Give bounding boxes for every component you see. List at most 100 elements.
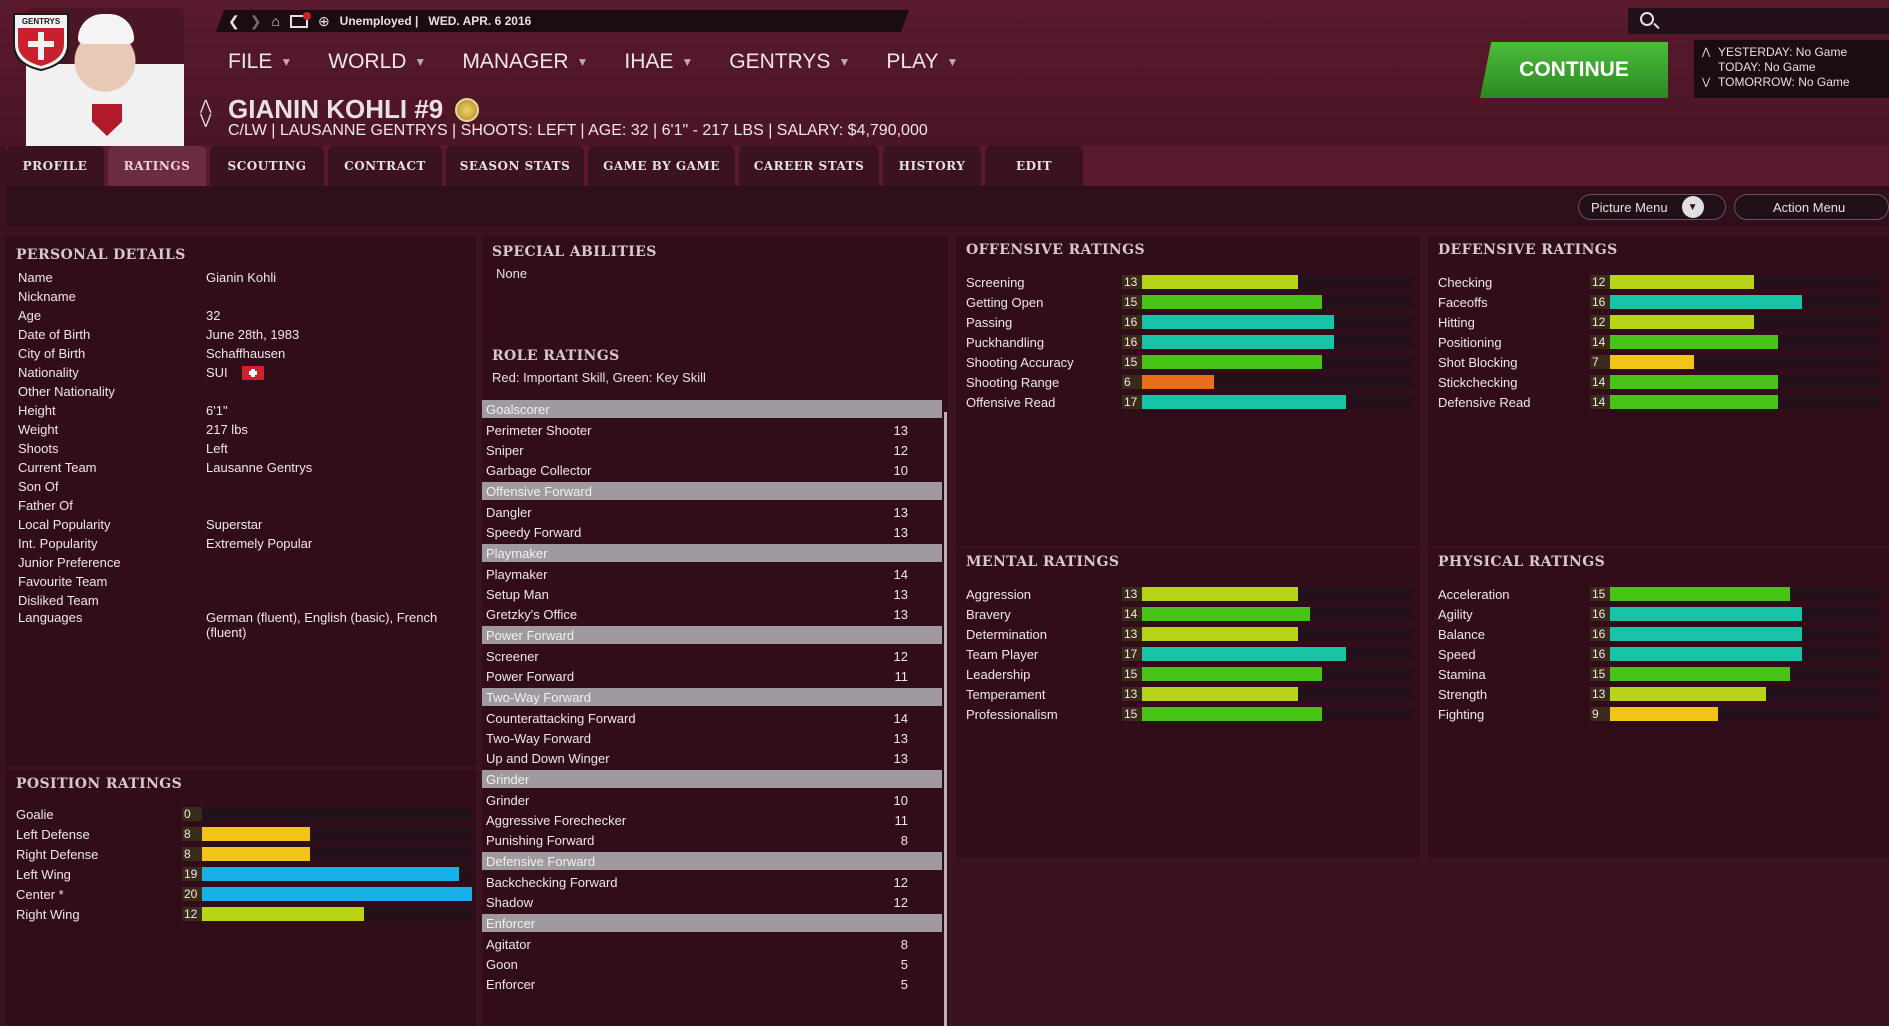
helmet-image	[78, 14, 134, 44]
role-item-grinder: Grinder 10	[482, 790, 942, 810]
picture-menu-label: Picture Menu	[1591, 199, 1668, 215]
defensive-row-defensive-read: Defensive Read 14	[1438, 392, 1888, 412]
defensive-row-stickchecking: Stickchecking 14	[1438, 372, 1888, 392]
position-label: Goalie	[16, 806, 54, 822]
role-list-scrollbar[interactable]	[944, 412, 947, 1026]
physical-row-strength: Strength 13	[1438, 684, 1888, 704]
role-value: 11	[894, 812, 909, 828]
schedule-tomorrow: TOMORROW: No Game	[1718, 75, 1850, 89]
tab-history[interactable]: HISTORY	[883, 146, 981, 186]
mail-icon[interactable]	[289, 11, 311, 28]
detail-label: Other Nationality	[18, 384, 115, 399]
physical-bar-fill	[1610, 687, 1766, 701]
position-value: 19	[182, 867, 202, 881]
offensive-value: 15	[1122, 355, 1142, 369]
tab-edit[interactable]: EDIT	[985, 146, 1083, 186]
back-icon[interactable]: ❮	[228, 13, 240, 30]
detail-value: Schaffhausen	[206, 346, 286, 361]
detail-value[interactable]: SUI	[206, 365, 228, 380]
role-item-sniper: Sniper 12	[482, 440, 942, 460]
menu-ihae[interactable]: IHAE ▼	[624, 50, 693, 74]
tab-contract[interactable]: CONTRACT	[328, 146, 442, 186]
role-value: 12	[893, 894, 908, 910]
search-icon[interactable]	[1640, 12, 1654, 26]
defensive-row-shot-blocking: Shot Blocking 7	[1438, 352, 1888, 372]
role-group-playmaker: Playmaker	[482, 544, 942, 562]
role-item-backchecking-forward: Backchecking Forward 12	[482, 872, 942, 892]
offensive-value: 6	[1122, 375, 1142, 389]
physical-label: Acceleration	[1438, 586, 1510, 602]
role-ratings-title: ROLE RATINGS	[492, 348, 620, 364]
tab-game-by-game[interactable]: GAME BY GAME	[588, 146, 735, 186]
mental-bar-fill	[1142, 607, 1310, 621]
player-info: C/LW | LAUSANNE GENTRYS | SHOOTS: LEFT |…	[228, 122, 928, 139]
role-value: 5	[900, 976, 908, 992]
position-row-goalie: Goalie 0	[16, 804, 472, 824]
position-bar: 8	[182, 827, 472, 841]
menu-file[interactable]: FILE ▼	[228, 50, 292, 74]
mental-ratings-title: MENTAL RATINGS	[966, 554, 1120, 570]
next-player-icon[interactable]: ⋁	[200, 112, 211, 126]
role-value: 12	[893, 442, 908, 458]
continue-button[interactable]: CONTINUE	[1480, 42, 1668, 98]
tab-scouting[interactable]: SCOUTING	[210, 146, 324, 186]
menu-world[interactable]: WORLD ▼	[328, 50, 426, 74]
menu-gentrys[interactable]: GENTRYS ▼	[729, 50, 850, 74]
physical-value: 16	[1590, 647, 1610, 661]
role-label: Perimeter Shooter	[486, 422, 592, 438]
physical-bar-fill	[1610, 667, 1790, 681]
chevron-down-icon: ▼	[1681, 196, 1704, 218]
tab-ratings[interactable]: RATINGS	[108, 146, 206, 186]
defensive-label: Defensive Read	[1438, 394, 1531, 410]
defensive-bar-fill	[1610, 275, 1754, 289]
offensive-value: 17	[1122, 395, 1142, 409]
position-bar: 8	[182, 847, 472, 861]
forward-icon[interactable]: ❯	[250, 13, 262, 30]
mental-row-professionalism: Professionalism 15	[966, 704, 1416, 724]
nav-strip-content: ❮ ❯ ⌂ ⊕ Unemployed | WED. APR. 6 2016	[228, 10, 531, 32]
role-label: Aggressive Forechecker	[486, 812, 627, 828]
defensive-label: Stickchecking	[1438, 374, 1518, 390]
role-value: 13	[893, 750, 908, 766]
home-icon[interactable]: ⌂	[271, 13, 279, 29]
detail-value: Superstar	[206, 517, 263, 532]
offensive-bar: 6	[1122, 375, 1412, 389]
search-bar[interactable]	[1628, 8, 1889, 34]
tab-career-stats[interactable]: CAREER STATS	[739, 146, 879, 186]
mental-ratings-panel: MENTAL RATINGS Aggression 13 Bravery 14 Dete…	[956, 548, 1420, 858]
menu-play[interactable]: PLAY ▼	[886, 50, 958, 74]
physical-ratings-list: Acceleration 15 Agility 16 Balance 16 Speed 16 S…	[1438, 584, 1888, 724]
physical-bar-fill	[1610, 587, 1790, 601]
menu-manager[interactable]: MANAGER ▼	[462, 50, 588, 74]
role-group-grinder: Grinder	[482, 770, 942, 788]
position-label: Left Defense	[16, 826, 90, 842]
offensive-row-shooting-accuracy: Shooting Accuracy 15	[966, 352, 1416, 372]
detail-label: Weight	[18, 422, 59, 437]
physical-row-balance: Balance 16	[1438, 624, 1888, 644]
mental-label: Professionalism	[966, 706, 1058, 722]
position-ratings-list: Goalie 0 Left Defense 8 Right Defense 8 Left W…	[16, 804, 472, 924]
menu-gentrys-label: GENTRYS	[729, 50, 831, 73]
offensive-bar-fill	[1142, 355, 1322, 369]
manager-status: Unemployed |	[339, 14, 419, 28]
action-menu-button[interactable]: Action Menu	[1734, 194, 1889, 220]
detail-label: Favourite Team	[18, 574, 108, 589]
tab-profile[interactable]: PROFILE	[6, 146, 104, 186]
globe-icon[interactable]: ⊕	[318, 13, 330, 30]
role-label: Up and Down Winger	[486, 750, 610, 766]
chevron-up-icon[interactable]: ⋀	[1702, 45, 1712, 60]
offensive-bar-fill	[1142, 375, 1214, 389]
position-bar: 12	[182, 907, 472, 921]
previous-player-icon[interactable]: ⋀	[200, 98, 211, 112]
picture-menu-button[interactable]: Picture Menu ▼	[1578, 194, 1726, 220]
physical-value: 16	[1590, 607, 1610, 621]
detail-value[interactable]: Lausanne Gentrys	[206, 460, 312, 475]
defensive-value: 14	[1590, 335, 1610, 349]
position-ratings-title: POSITION RATINGS	[16, 776, 183, 792]
defensive-bar-fill	[1610, 335, 1778, 349]
chevron-down-icon[interactable]: ⋁	[1702, 75, 1712, 90]
tab-season-stats[interactable]: SEASON STATS	[446, 146, 584, 186]
role-item-power-forward: Power Forward 11	[482, 666, 942, 686]
defensive-bar-fill	[1610, 375, 1778, 389]
role-group-goalscorer: Goalscorer	[482, 400, 942, 418]
